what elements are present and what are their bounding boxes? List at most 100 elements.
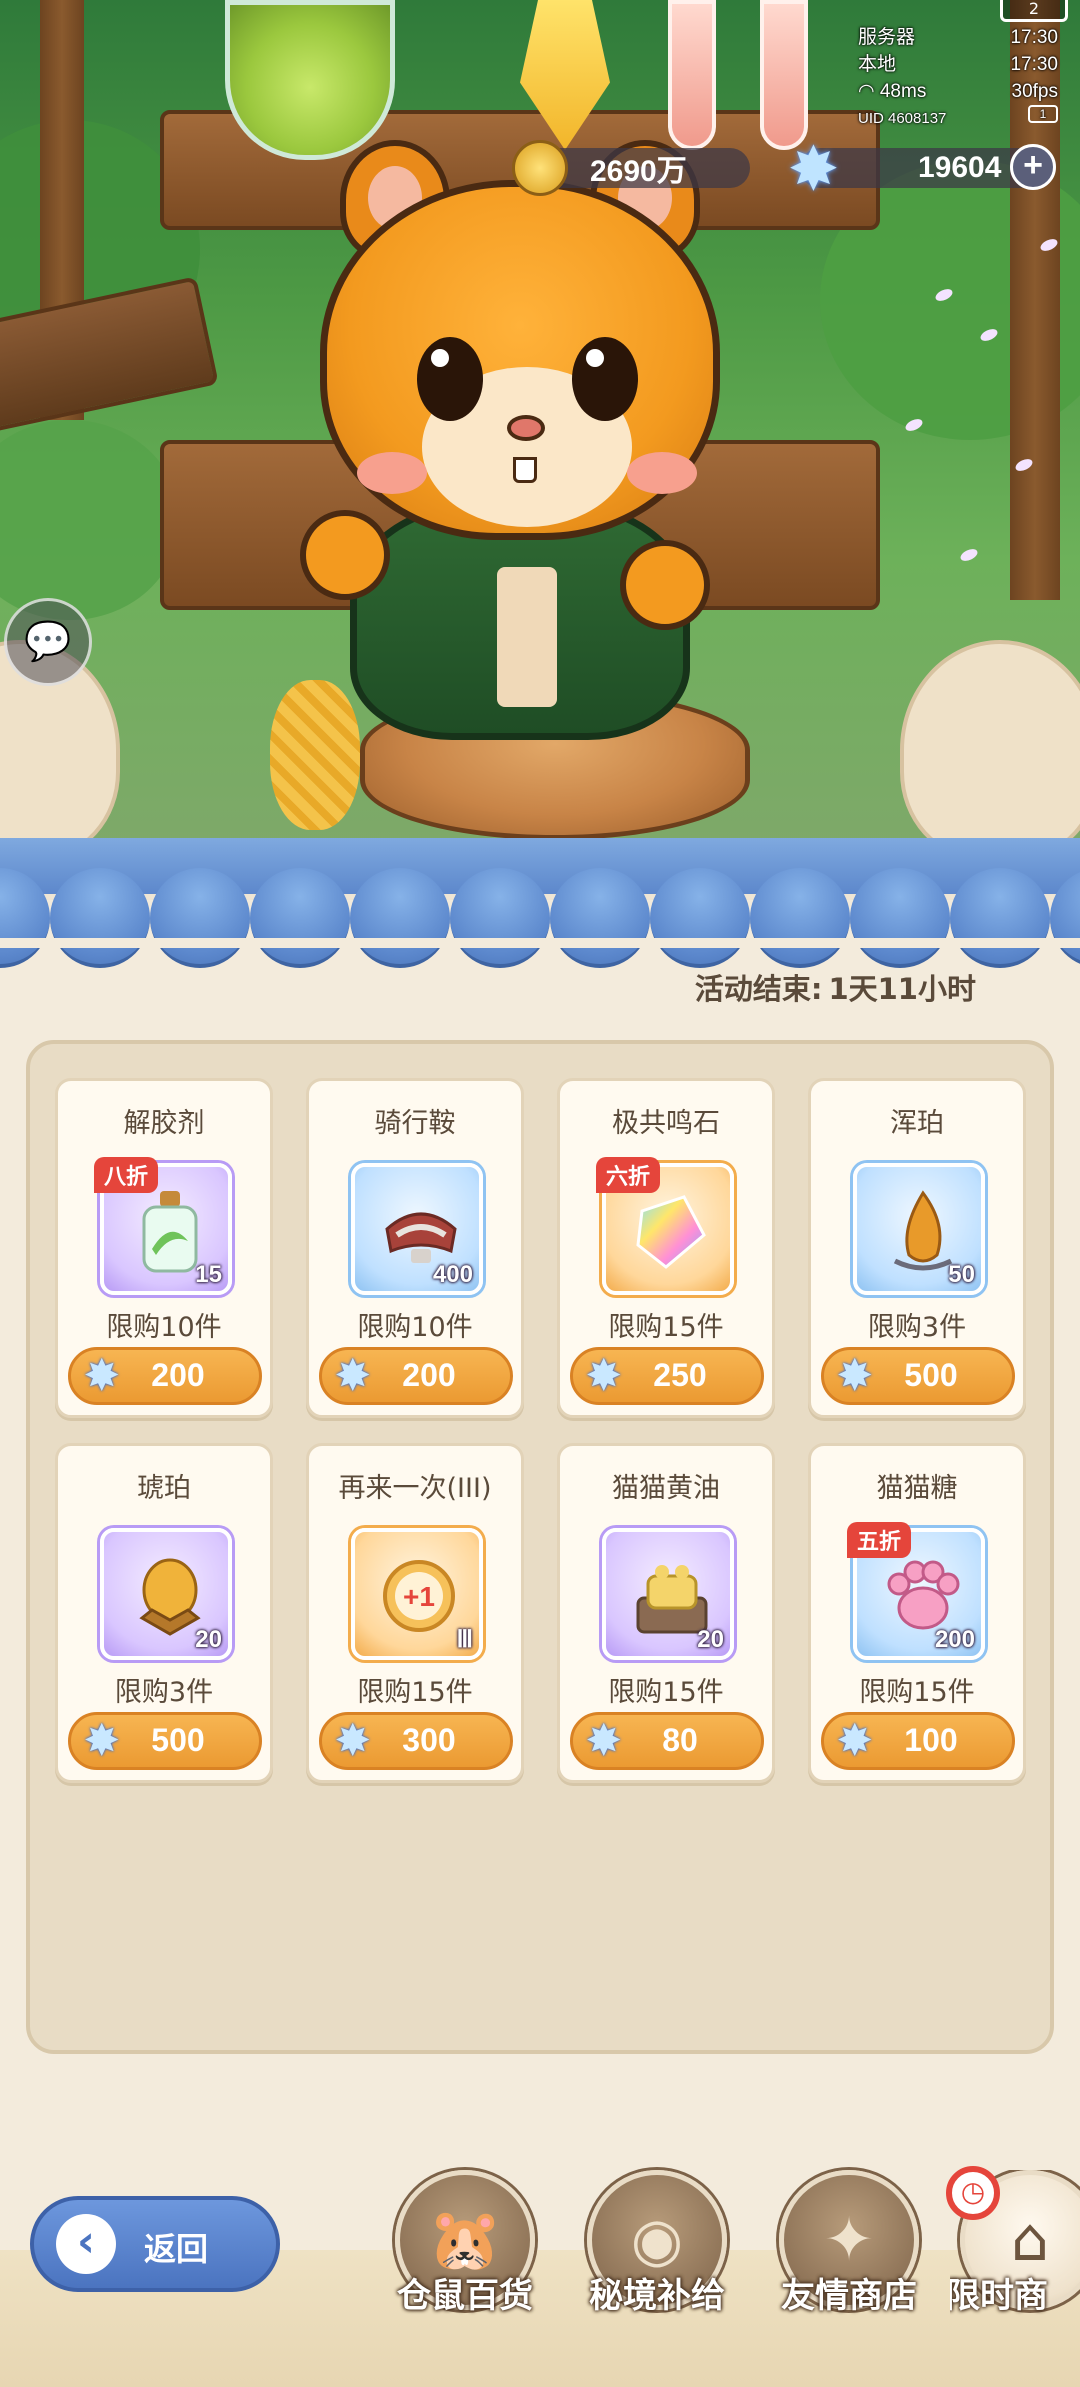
server-time-row: 服务器 17:30 bbox=[858, 24, 1058, 51]
buy-button[interactable]: ✸ 200 bbox=[319, 1347, 513, 1405]
hamster-tooth bbox=[513, 457, 537, 483]
bush bbox=[0, 420, 180, 620]
price-value: 80 bbox=[662, 1722, 698, 1758]
cat-npc bbox=[900, 640, 1080, 860]
price-value: 500 bbox=[151, 1722, 205, 1758]
hamster-head bbox=[320, 180, 720, 540]
chat-bubble-icon: 💬 bbox=[24, 619, 72, 663]
item-tier: Ⅲ bbox=[456, 1626, 473, 1653]
shop-item-card[interactable]: 再来一次(III) +1 Ⅲ 限购15件 ✸ 300 bbox=[306, 1443, 524, 1783]
uid-text: UID 4608137 bbox=[858, 110, 947, 127]
item-name: 解胶剂 bbox=[123, 1108, 205, 1139]
wifi-icon: ◠ bbox=[858, 81, 880, 102]
gold-amount: 2690万 bbox=[590, 155, 687, 188]
gold-currency: 2690万 bbox=[512, 140, 750, 196]
discount-badge: 六折 bbox=[596, 1157, 661, 1193]
item-quantity: 200 bbox=[934, 1626, 975, 1653]
purchase-limit: 限购15件 bbox=[859, 1677, 975, 1708]
buy-button[interactable]: ✸ 200 bbox=[68, 1347, 262, 1405]
item-name: 猫猫糖 bbox=[876, 1473, 958, 1504]
ping-readout: ◠ 48ms bbox=[858, 78, 926, 105]
add-currency-button[interactable]: + bbox=[1010, 144, 1056, 190]
tab-label: 限时商 bbox=[950, 2276, 1048, 2316]
hamster-eye bbox=[572, 337, 638, 421]
amber-icon: 50 bbox=[853, 1163, 985, 1295]
discount-badge: 五折 bbox=[847, 1522, 912, 1558]
item-quantity: 20 bbox=[195, 1626, 222, 1653]
hamster-cheek bbox=[357, 452, 427, 494]
back-label: 返回 bbox=[144, 2230, 209, 2268]
star-crystal-icon: ✸ bbox=[790, 137, 837, 200]
purchase-limit: 限购15件 bbox=[608, 1677, 724, 1708]
star-crystal-icon: ✸ bbox=[85, 1354, 119, 1398]
hamster-eye bbox=[417, 337, 483, 421]
purchase-limit: 限购3件 bbox=[867, 1312, 967, 1343]
hamster-arm bbox=[300, 510, 390, 600]
hamster-arm bbox=[620, 540, 710, 630]
star-crystal-icon: ✸ bbox=[336, 1354, 370, 1398]
buy-button[interactable]: ✸ 80 bbox=[570, 1712, 764, 1770]
buy-button[interactable]: ✸ 300 bbox=[319, 1712, 513, 1770]
item-quantity: 50 bbox=[948, 1261, 975, 1288]
back-arrow-icon: ‹ bbox=[56, 2214, 116, 2274]
item-quantity: 20 bbox=[697, 1626, 724, 1653]
purchase-limit: 限购10件 bbox=[357, 1312, 473, 1343]
tab-secret-supply[interactable]: ◉ 秘境补给 bbox=[572, 2170, 742, 2360]
buy-button[interactable]: ✸ 500 bbox=[68, 1712, 262, 1770]
hamster-vest bbox=[497, 567, 557, 707]
timer-label: 活动结束: bbox=[694, 972, 823, 1006]
tab-label: 仓鼠百货 bbox=[397, 2276, 533, 2316]
event-timer: 活动结束: 1天11小时 bbox=[695, 966, 976, 1008]
shop-item-card[interactable]: 极共鸣石 六折 限购15件 ✸ 250 bbox=[557, 1078, 775, 1418]
saddle-icon: 400 bbox=[351, 1163, 483, 1295]
item-name: 极共鸣石 bbox=[612, 1108, 720, 1139]
price-value: 300 bbox=[402, 1722, 456, 1758]
item-name: 骑行鞍 bbox=[374, 1108, 456, 1139]
server-time-label: 服务器 bbox=[858, 27, 916, 48]
item-quantity: 400 bbox=[432, 1261, 473, 1288]
buy-button[interactable]: ✸ 500 bbox=[821, 1347, 1015, 1405]
amber-gem-icon: 20 bbox=[100, 1528, 232, 1660]
shop-item-card[interactable]: 猫猫黄油 20 限购15件 ✸ 80 bbox=[557, 1443, 775, 1783]
shop-item-card[interactable]: 解胶剂 八折 15 限购10件 ✸ 200 bbox=[55, 1078, 273, 1418]
tab-hamster-store[interactable]: 🐹 仓鼠百货 bbox=[380, 2170, 550, 2360]
buy-button[interactable]: ✸ 250 bbox=[570, 1347, 764, 1405]
item-name: 琥珀 bbox=[137, 1473, 191, 1504]
price-value: 200 bbox=[151, 1357, 205, 1393]
item-name: 猫猫黄油 bbox=[612, 1473, 720, 1504]
butter-icon: 20 bbox=[602, 1528, 734, 1660]
tab-friendship-shop[interactable]: ✦ 友情商店 bbox=[764, 2170, 934, 2360]
hamster-shopkeeper[interactable] bbox=[290, 140, 750, 740]
server-time-value: 17:30 bbox=[1010, 27, 1058, 48]
buy-button[interactable]: ✸ 100 bbox=[821, 1712, 1015, 1770]
flower bbox=[958, 546, 980, 564]
shop-awning bbox=[0, 838, 1080, 968]
chat-button[interactable]: 💬 bbox=[4, 598, 92, 686]
potion-jar bbox=[225, 0, 395, 160]
discount-badge: 八折 bbox=[94, 1157, 159, 1193]
purchase-limit: 限购15件 bbox=[608, 1312, 724, 1343]
uid-box: 1 bbox=[1028, 105, 1058, 123]
star-crystal-icon: ✸ bbox=[587, 1719, 621, 1763]
uid-row: UID 4608137 1 bbox=[858, 105, 1058, 132]
item-name: 再来一次(III) bbox=[338, 1473, 492, 1504]
fps-value: 30fps bbox=[1011, 81, 1058, 102]
shop-item-card[interactable]: 浑珀 50 限购3件 ✸ 500 bbox=[808, 1078, 1026, 1418]
price-value: 100 bbox=[904, 1722, 958, 1758]
ping-value: 48ms bbox=[879, 81, 927, 102]
price-value: 500 bbox=[904, 1357, 958, 1393]
star-crystal-icon: ✸ bbox=[336, 1719, 370, 1763]
alarm-clock-icon: ◷ bbox=[946, 2166, 1000, 2220]
local-time-label: 本地 bbox=[858, 54, 897, 75]
star-currency: ✸ 19604 + bbox=[790, 137, 1056, 200]
purchase-limit: 限购15件 bbox=[357, 1677, 473, 1708]
shop-item-card[interactable]: 琥珀 20 限购3件 ✸ 500 bbox=[55, 1443, 273, 1783]
tab-label: 友情商店 bbox=[781, 2276, 917, 2316]
back-button[interactable]: ‹ 返回 bbox=[30, 2196, 280, 2292]
network-row: ◠ 48ms 30fps bbox=[858, 78, 1058, 105]
shop-item-card[interactable]: 猫猫糖 五折 200 限购15件 ✸ 100 bbox=[808, 1443, 1026, 1783]
purchase-limit: 限购10件 bbox=[106, 1312, 222, 1343]
timer-value: 1天11小时 bbox=[828, 972, 976, 1006]
shop-item-card[interactable]: 骑行鞍 400 限购10件 ✸ 200 bbox=[306, 1078, 524, 1418]
test-tube bbox=[760, 0, 808, 150]
